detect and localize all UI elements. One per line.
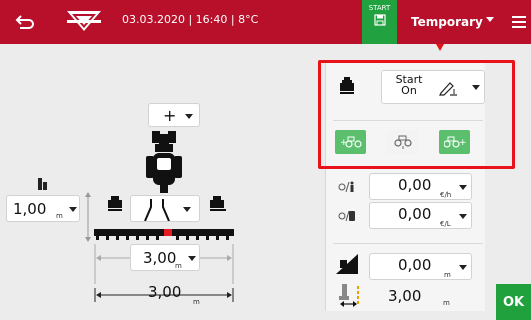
hamburger-icon	[511, 16, 526, 28]
track-width-value: 3,00	[388, 287, 422, 305]
brand-logo	[56, 0, 112, 44]
profile-label: Temporary	[411, 15, 483, 29]
top-bar: 03.03.2020 | 16:40 | 8°C START Temporary	[0, 0, 531, 44]
panel-divider-2	[333, 243, 483, 244]
chevron-down-icon	[459, 185, 467, 190]
back-icon	[15, 15, 35, 29]
total-width-unit: m	[193, 298, 200, 306]
ok-button[interactable]: OK	[496, 284, 531, 320]
slope-value: 0,00	[398, 256, 432, 274]
cost-per-hour-icon	[338, 181, 354, 193]
cost-per-liter-input[interactable]: 0,00 €/L	[369, 202, 472, 229]
hitch-label: +	[163, 106, 177, 125]
cost-per-hour-unit: €/h	[440, 191, 452, 199]
boom-center-marker	[164, 229, 172, 236]
highlight-pointer-icon	[436, 44, 444, 51]
implement-type-icon	[144, 199, 170, 221]
menu-button[interactable]	[506, 0, 531, 44]
implement-type-dropdown[interactable]	[130, 195, 200, 222]
boom-teeth	[96, 236, 229, 240]
record-start-button[interactable]: START	[362, 0, 397, 44]
save-icon	[373, 14, 386, 26]
chevron-down-icon	[459, 265, 467, 270]
working-width-unit: m	[175, 262, 182, 270]
chevron-down-icon	[185, 114, 193, 119]
working-width-value: 3,00	[143, 249, 177, 267]
total-width-value: 3,00	[148, 283, 182, 301]
offset-icon	[38, 178, 47, 190]
left-offset-value: 1,00	[13, 200, 47, 218]
left-offset-dropdown[interactable]: 1,00 m	[6, 195, 80, 222]
cost-per-liter-icon	[338, 210, 355, 222]
chevron-down-icon	[486, 17, 494, 22]
track-width-unit: m	[443, 299, 450, 307]
cost-per-liter-value: 0,00	[398, 205, 432, 223]
chevron-down-icon	[459, 214, 467, 219]
cost-per-hour-input[interactable]: 0,00 €/h	[369, 173, 472, 200]
cost-per-hour-value: 0,00	[398, 176, 432, 194]
slope-input[interactable]: 0,00 m	[369, 253, 472, 280]
hitch-dropdown[interactable]: +	[148, 103, 200, 127]
chevron-down-icon	[69, 207, 77, 212]
chevron-down-icon	[183, 207, 191, 212]
working-width-dropdown[interactable]: 3,00 m	[130, 244, 200, 271]
record-start-label: START	[368, 4, 391, 12]
status-text: 03.03.2020 | 16:40 | 8°C	[122, 13, 259, 26]
highlight-box	[318, 60, 515, 169]
tractor-icon	[146, 131, 182, 193]
slope-unit: m	[444, 271, 451, 279]
track-width-icon	[339, 284, 359, 307]
implement-right-icon	[210, 196, 226, 211]
left-offset-unit: m	[56, 212, 63, 220]
profile-dropdown[interactable]: Temporary	[397, 0, 503, 44]
implement-left-icon	[108, 196, 122, 211]
slope-icon	[336, 254, 358, 274]
chevron-down-icon	[188, 256, 196, 261]
back-button[interactable]	[0, 0, 50, 44]
vertical-dimension-icon	[85, 192, 91, 242]
cost-per-liter-unit: €/L	[440, 220, 451, 228]
